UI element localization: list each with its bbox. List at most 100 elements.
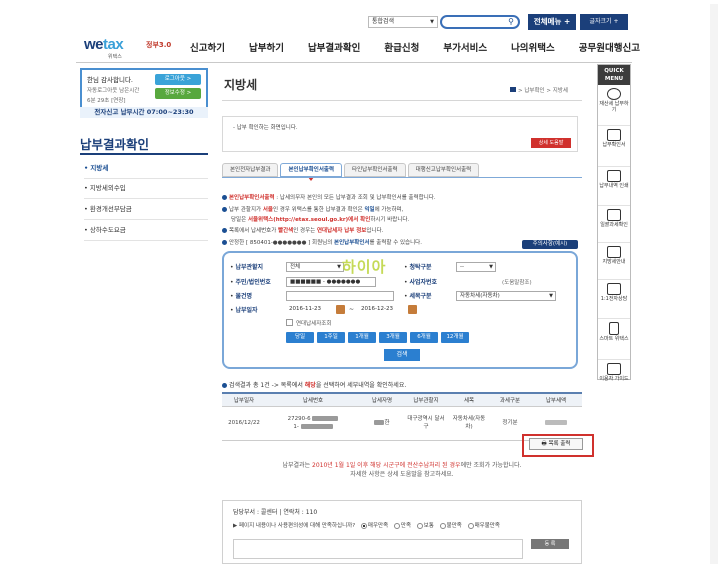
result-summary: 검색결과 총 1건 -> 목록에서 해당을 선택하여 세부내역을 확인하세요. (222, 380, 406, 389)
nav-item-my-wetax[interactable]: 나의위택스 (511, 40, 555, 54)
sidebar-item-environment-charge[interactable]: • 환경개선부담금 (84, 203, 208, 220)
nav-divider (76, 62, 632, 63)
date-from-input[interactable]: 2016-11-23 (286, 305, 332, 315)
result-text: -> 목록에서 (269, 382, 305, 389)
guide-highlight: 빨간색 (278, 228, 294, 234)
quick-menu: QUICK MENU 재산세 납부하기 납부확인서 납부내역 인쇄 일괄과세확인 … (597, 64, 631, 382)
nav-item-refund[interactable]: 환급신청 (384, 40, 419, 54)
quick-item-certificate[interactable]: 납부확인서 (598, 129, 630, 167)
survey-comment-textarea[interactable] (233, 539, 523, 559)
quick-item-property-tax[interactable]: 재산세 납부하기 (598, 88, 630, 126)
cell-taxpayer: 한 (360, 406, 404, 441)
nav-item-pay[interactable]: 납부하기 (249, 40, 284, 54)
radio-neutral[interactable] (416, 522, 423, 529)
radio-very-satisfied[interactable] (360, 522, 367, 529)
nav-item-report[interactable]: 신고하기 (190, 40, 225, 54)
sidebar-item-non-tax-revenue[interactable]: • 지방세외수입 (84, 182, 208, 199)
satisfaction-survey: 담당부서 : 콜센터 | 연락처 : 110 ▶ 페이지 내용이나 사용편의성에… (222, 500, 582, 564)
guide-highlight: 익일 (364, 206, 375, 213)
quick-item-label: 스마트 위택스 (599, 336, 629, 342)
quick-item-user-guide[interactable]: 이용자 가이드 (598, 363, 630, 401)
survey-submit-button[interactable]: 등 록 (531, 539, 569, 549)
edit-info-button[interactable]: 정보수정 > (155, 88, 201, 99)
rrn-input[interactable]: ■■■■■■ - ●●●●●●● (286, 277, 376, 287)
taxtype-select[interactable]: 자동차세(자동차) ▼ (456, 291, 556, 301)
quick-item-bulk-tax[interactable]: 일괄과세확인 (598, 209, 630, 243)
font-size-button[interactable]: 글자크기 + (580, 14, 628, 30)
guide-icon (607, 363, 621, 375)
logout-button[interactable]: 로그아웃 > (155, 74, 201, 85)
guide-text: 당일은 (231, 216, 248, 223)
bullet-icon (222, 228, 227, 233)
cell-tax-item: 자동차세(자동차) (448, 406, 490, 441)
home-icon[interactable] (510, 87, 516, 92)
radio-unsatisfied[interactable] (439, 522, 446, 529)
search-icon[interactable]: ⚲ (508, 17, 514, 26)
caution-button[interactable]: 주의사항(예시) (522, 240, 578, 249)
calendar-icon[interactable] (336, 305, 345, 314)
period-12month-button[interactable]: 12개월 (441, 332, 469, 343)
tax-office-select[interactable]: 전체 ▼ (286, 262, 344, 272)
tab-underline (222, 177, 582, 178)
period-1month-button[interactable]: 1개월 (348, 332, 376, 343)
nav-item-payment-result[interactable]: 납부결과확인 (308, 40, 360, 54)
date-to-input[interactable]: 2016-12-23 (358, 305, 404, 315)
calendar-icon[interactable] (408, 305, 417, 314)
guide-highlight: 본인납부확인서 (334, 239, 370, 246)
sidebar-item-water-bill[interactable]: • 상하수도요금 (84, 224, 208, 241)
period-today-button[interactable]: 당일 (286, 332, 314, 343)
footnote-text: 자세한 사항은 상세 도움말을 참고하세요. (350, 471, 454, 478)
quick-item-e-consult[interactable]: 1:1전자상담 (598, 283, 630, 319)
tab-my-e-payment[interactable]: 본인전자납부결과 (222, 163, 279, 177)
cell-pay-date: 2016/12/22 (222, 406, 266, 441)
period-1week-button[interactable]: 1주일 (317, 332, 345, 343)
quick-item-smart-wetax[interactable]: 스마트 위택스 (598, 322, 630, 360)
quick-item-label: 1:1전자상담 (600, 296, 628, 302)
search-input[interactable]: ⚲ (440, 15, 520, 29)
col-class: 과세구분 (490, 392, 530, 407)
search-button[interactable]: 검색 (384, 349, 420, 361)
survey-question-row: ▶ 페이지 내용이나 사용편의성에 대해 만족하십니까? 매우만족 만족 보통 … (233, 521, 571, 529)
header: wetax 위택스 정부3.0 신고하기 납부하기 납부결과확인 환급신청 부가… (0, 34, 720, 60)
all-menu-button[interactable]: 전체메뉴 + (528, 14, 576, 30)
e-filing-hours: 전자신고 납부시간 07:00~23:30 (80, 107, 208, 118)
tab-proxy-certificate[interactable]: 대행신고납부확인서출력 (407, 163, 480, 177)
main-nav: 신고하기 납부하기 납부결과확인 환급신청 부가서비스 나의위택스 공무원대행신… (190, 40, 664, 54)
radio-satisfied[interactable] (393, 522, 400, 529)
item-input[interactable] (286, 291, 394, 301)
cell-tax-number[interactable]: 27290-6 1- (266, 406, 360, 441)
period-3month-button[interactable]: 3개월 (379, 332, 407, 343)
page-scrollbar[interactable] (710, 4, 718, 564)
nav-item-proxy-report[interactable]: 공무원대행신고 (579, 40, 640, 54)
combined-search-select[interactable]: 통합검색 ▼ (368, 16, 438, 28)
result-text: 검색결과 총 (229, 382, 261, 389)
tab-other-certificate[interactable]: 타인납부확인서출력 (344, 163, 406, 177)
quick-item-label: 일괄과세확인 (600, 222, 628, 228)
sidebar-item-local-tax[interactable]: • 지방세 (84, 162, 208, 179)
chevron-down-icon: ▼ (489, 264, 493, 270)
period-6month-button[interactable]: 6개월 (410, 332, 438, 343)
wetax-logo[interactable]: wetax (84, 36, 124, 53)
guide-item: 본인납부확인서출력 : 납세의무자 본인의 모든 납부결과 조회 및 납부확인서… (222, 193, 582, 201)
item-label: • 물건명 (230, 293, 253, 300)
nav-item-extra-services[interactable]: 부가서비스 (443, 40, 487, 54)
joint-taxpayer-checkbox[interactable] (286, 319, 293, 326)
detail-help-button[interactable]: 상세 도움말 (531, 138, 571, 148)
guide-text: 하시기 바랍니다. (370, 216, 410, 223)
item-label-text: 물건명 (235, 293, 253, 300)
guide-highlight: 서울 (262, 206, 273, 213)
bizno-help-note: (도움말참조) (502, 280, 532, 286)
quick-item-print-history[interactable]: 납부내역 인쇄 (598, 170, 630, 206)
bizno-label: • 사업자번호 (404, 279, 438, 286)
seoul-etax-link[interactable]: 서울위택스(http://etax.seoul.go.kr)에서 확인 (248, 217, 370, 223)
logo-subtitle: 위택스 (108, 54, 122, 60)
quick-item-local-tax-guide[interactable]: 지방세안내 (598, 246, 630, 280)
list-print-button[interactable]: 🖶 목록 출력 (529, 438, 583, 450)
paydate-label: • 납부일자 (230, 307, 258, 314)
option-label: 매우만족 (367, 523, 389, 529)
bullet-icon (222, 383, 227, 388)
radio-very-unsatisfied[interactable] (467, 522, 474, 529)
tab-my-certificate[interactable]: 본인납부확인서출력 (280, 163, 343, 181)
condition-select[interactable]: -- ▼ (456, 262, 496, 272)
quick-item-label: 재산세 납부하기 (599, 101, 629, 113)
